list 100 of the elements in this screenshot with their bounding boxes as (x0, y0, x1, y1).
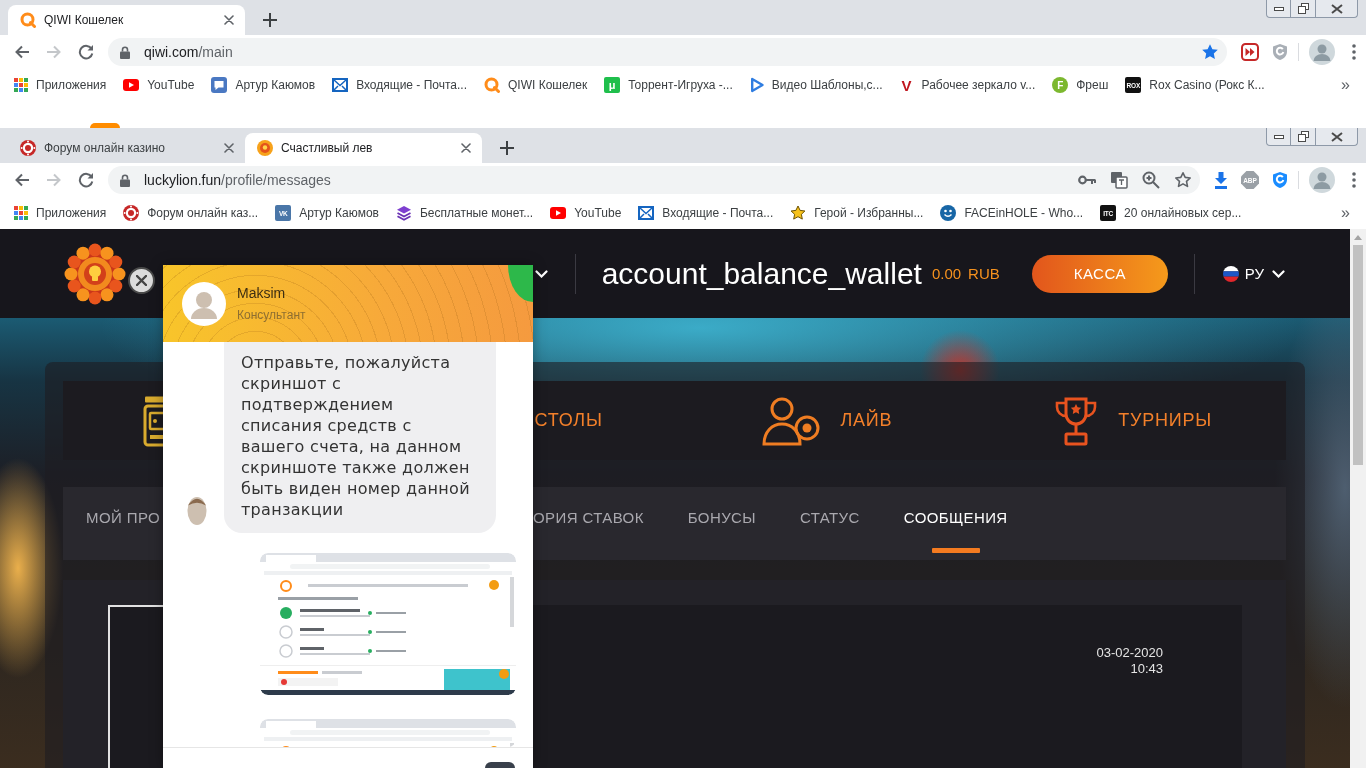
person-with-chip-icon[interactable] (762, 395, 821, 446)
reload-icon (78, 172, 94, 188)
message-input-field[interactable] (163, 747, 533, 768)
category-link[interactable]: ЛАЙВ (840, 410, 893, 431)
letter-logo-icon: V (899, 77, 914, 93)
lock-icon[interactable] (120, 45, 130, 59)
browser-tab[interactable]: Форум онлайн казино (8, 133, 245, 163)
chevron-down-icon (1272, 269, 1285, 278)
logo-icon[interactable] (62, 242, 128, 305)
browser-tab[interactable]: Счастливый лев (245, 133, 482, 163)
category-link[interactable]: СТОЛЫ (534, 410, 603, 431)
ring-icon (484, 77, 500, 93)
balance-amount: 0.00 (931, 265, 962, 282)
chevron-down-icon[interactable] (534, 269, 548, 278)
more-menu-icon[interactable] (1352, 44, 1356, 60)
reload-icon (78, 44, 94, 60)
bookmark-link[interactable]: Артур Каюмов (211, 73, 316, 97)
category-link[interactable]: ТУРНИРЫ (1118, 410, 1213, 431)
bookmark-link[interactable]: QIWI Кошелек (484, 73, 588, 97)
mail-icon (332, 78, 349, 92)
bookmark-link[interactable]: YouTube (123, 73, 195, 97)
balance-currency: RUB (968, 265, 1000, 282)
bookmark-link[interactable]: Герой - Избранны... (790, 201, 924, 225)
download-icon[interactable] (1214, 171, 1228, 189)
shield-icon[interactable] (1272, 171, 1288, 189)
key-icon[interactable] (1078, 175, 1096, 185)
bookmark-link[interactable]: Приложения (14, 201, 107, 225)
bookmark-link[interactable]: YouTube (550, 201, 622, 225)
minimize-icon (1273, 6, 1284, 11)
fast-forward-icon[interactable] (1241, 43, 1259, 61)
bookmark-link[interactable]: V Рабочее зеркало v... (899, 73, 1036, 97)
more-bookmarks-button[interactable]: » (1339, 76, 1352, 94)
play-button-icon (123, 79, 140, 91)
profile-tab[interactable]: ОРИЯ СТАВОК (533, 487, 644, 560)
tab-close-button[interactable] (221, 140, 237, 156)
lock-icon[interactable] (120, 173, 130, 187)
close-window-button[interactable] (1316, 0, 1358, 18)
profile-tab[interactable]: СООБЩЕНИЯ (903, 487, 1008, 560)
plus-icon (263, 13, 277, 27)
zoom-in-icon[interactable] (1142, 171, 1160, 189)
smiley-icon (940, 205, 957, 221)
message-bubble: Отправьте, пожалуйста скриншот с подтверждением списания средств с вашего счета, на данном скриншоте также должен быть виден номер данной транзакции (224, 342, 496, 533)
url-text: qiwi.com/main (144, 44, 234, 60)
back-arrow-icon (14, 172, 30, 188)
more-menu-icon[interactable] (1352, 172, 1356, 188)
wallet-label: account_balance_wallet (601, 256, 922, 291)
avatar-icon[interactable] (1309, 39, 1335, 65)
bookmark-link[interactable]: Видео Шаблоны,с... (749, 73, 883, 97)
more-bookmarks-button[interactable]: » (1339, 204, 1352, 222)
message-date: 03-02-2020 (1096, 645, 1163, 661)
bookmark-link[interactable]: Бесплатные монет... (395, 201, 534, 225)
forward-arrow-icon (46, 44, 62, 60)
screenshot-drawing[interactable] (260, 553, 516, 695)
slot-machine-icon[interactable] (142, 394, 163, 447)
restore-icon (1297, 131, 1309, 142)
triangle-play-icon (749, 77, 764, 93)
translate-icon[interactable] (1110, 171, 1128, 189)
apps-grid-icon (14, 206, 28, 220)
trophy-icon[interactable] (1054, 395, 1099, 446)
back-arrow-icon (14, 44, 30, 60)
close-icon (1330, 131, 1343, 142)
avatar-icon[interactable] (1309, 167, 1335, 193)
bookmark-link[interactable]: Входящие - Почта... (332, 73, 467, 97)
send-button[interactable] (485, 762, 515, 768)
bookmark-link[interactable]: Входящие - Почта... (638, 201, 774, 225)
close-icon (1330, 3, 1343, 14)
tab-close-button[interactable] (221, 12, 237, 28)
agent-role: Консультант (237, 308, 306, 322)
scrollbar-thumb[interactable] (1353, 245, 1363, 465)
minimize-button[interactable] (1266, 0, 1291, 18)
close-icon (461, 143, 471, 153)
bookmark-star-icon[interactable] (1174, 171, 1192, 189)
address-bar[interactable]: luckylion.fun/profile/messages (108, 166, 1200, 194)
star-icon (790, 205, 807, 221)
bookmark-link[interactable]: Форум онлайн каз... (123, 201, 259, 225)
logo-disc-icon: F (1052, 77, 1069, 93)
forward-arrow-icon (46, 172, 62, 188)
minimize-button[interactable] (1266, 128, 1291, 146)
browser-tab[interactable]: QIWI Кошелек (8, 5, 245, 35)
play-button-icon (550, 207, 567, 219)
profile-tab[interactable]: СТАТУС (800, 487, 860, 560)
layers-icon (395, 205, 412, 221)
profile-tab[interactable]: МОЙ ПРО (86, 487, 161, 560)
bookmark-link[interactable]: F Фреш (1052, 73, 1109, 97)
restore-button[interactable] (1291, 0, 1316, 18)
profile-tab[interactable]: БОНУСЫ (687, 487, 756, 560)
bookmark-link[interactable]: FACEinHOLE - Who... (940, 201, 1084, 225)
restore-button[interactable] (1291, 128, 1316, 146)
apps-grid-icon (14, 78, 28, 92)
tab-close-button[interactable] (458, 140, 474, 156)
language-selector[interactable]: РУ (1222, 265, 1285, 282)
minimize-icon (1273, 134, 1284, 139)
roulette-wheel-icon (20, 140, 36, 156)
bookmark-link[interactable]: Приложения (14, 73, 107, 97)
close-icon (224, 15, 234, 25)
bookmark-link[interactable]: μ Торрент-Игруха -... (604, 73, 733, 97)
address-bar[interactable]: qiwi.com/main (108, 38, 1227, 66)
close-window-button[interactable] (1316, 128, 1358, 146)
bookmark-star-icon[interactable] (1201, 43, 1219, 61)
logo-icon (90, 123, 120, 128)
